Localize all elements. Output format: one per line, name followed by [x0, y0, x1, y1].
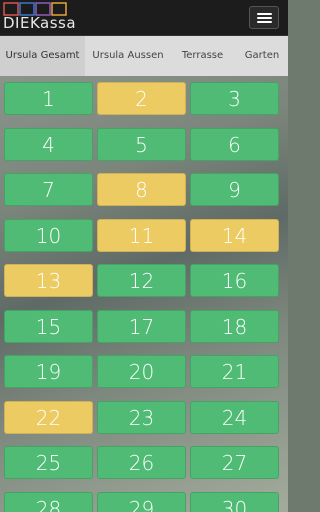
top-navbar: DIEKassa	[0, 0, 288, 36]
table-button-27[interactable]: 27	[190, 446, 279, 479]
app-title: DIEKassa	[3, 14, 77, 32]
table-button-24[interactable]: 24	[190, 401, 279, 434]
table-grid: 1 2 3 4 5 6 7 8 9 10 11 14 13 12 16 15 17 18 19 20 21 22 23 24 2…	[0, 76, 288, 512]
hamburger-icon	[257, 13, 272, 15]
table-button-3[interactable]: 3	[190, 82, 279, 115]
table-button-23[interactable]: 23	[97, 401, 186, 434]
app-logo[interactable]: DIEKassa	[3, 2, 76, 32]
hamburger-icon-line	[257, 17, 272, 19]
menu-toggle-button[interactable]	[249, 6, 279, 29]
table-button-6[interactable]: 6	[190, 128, 279, 161]
table-button-14[interactable]: 14	[190, 219, 279, 252]
table-button-8[interactable]: 8	[97, 173, 186, 206]
table-button-25[interactable]: 25	[4, 446, 93, 479]
table-button-9[interactable]: 9	[190, 173, 279, 206]
table-button-5[interactable]: 5	[97, 128, 186, 161]
table-button-10[interactable]: 10	[4, 219, 93, 252]
table-button-28[interactable]: 28	[4, 492, 93, 512]
table-button-12[interactable]: 12	[97, 264, 186, 297]
table-button-15[interactable]: 15	[4, 310, 93, 343]
table-button-22[interactable]: 22	[4, 401, 93, 434]
table-button-2[interactable]: 2	[97, 82, 186, 115]
table-button-1[interactable]: 1	[4, 82, 93, 115]
tab-garten[interactable]: Garten	[240, 36, 284, 76]
table-button-29[interactable]: 29	[97, 492, 186, 512]
table-button-4[interactable]: 4	[4, 128, 93, 161]
tab-terrasse[interactable]: Terrasse	[175, 36, 230, 76]
tab-ursula-gesamt[interactable]: Ursula Gesamt	[0, 36, 85, 76]
table-button-18[interactable]: 18	[190, 310, 279, 343]
hamburger-icon-line	[257, 21, 272, 23]
table-button-21[interactable]: 21	[190, 355, 279, 388]
table-button-19[interactable]: 19	[4, 355, 93, 388]
table-button-30[interactable]: 30	[190, 492, 279, 512]
table-button-16[interactable]: 16	[190, 264, 279, 297]
table-button-11[interactable]: 11	[97, 219, 186, 252]
table-button-7[interactable]: 7	[4, 173, 93, 206]
area-tabs: Ursula Gesamt Ursula Aussen Terrasse Gar…	[0, 36, 288, 77]
tab-ursula-aussen[interactable]: Ursula Aussen	[87, 36, 169, 76]
table-button-26[interactable]: 26	[97, 446, 186, 479]
table-button-17[interactable]: 17	[97, 310, 186, 343]
table-button-20[interactable]: 20	[97, 355, 186, 388]
table-button-13[interactable]: 13	[4, 264, 93, 297]
